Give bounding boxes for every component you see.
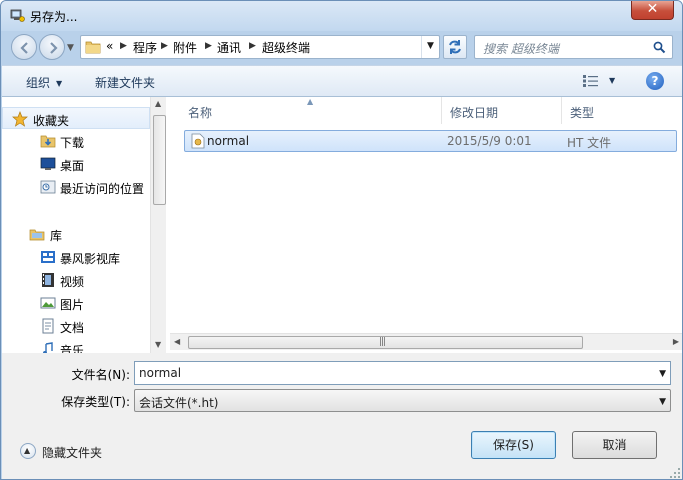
nav-libraries[interactable]: 库 bbox=[2, 223, 150, 245]
recent-pages-dropdown[interactable]: ▼ bbox=[67, 43, 74, 53]
file-icon bbox=[191, 133, 205, 149]
save-as-dialog: 另存为... ✕ ▼ « ▶ 程序 ▶ 附件 ▶ 通讯 ▶ 超级终端 ▼ 搜索 … bbox=[0, 0, 683, 480]
breadcrumb-hyperterminal[interactable]: 超级终端 bbox=[262, 39, 310, 56]
help-button[interactable]: ? bbox=[646, 72, 664, 90]
search-box[interactable]: 搜索 超级终端 bbox=[474, 35, 673, 59]
column-header-modified[interactable]: 修改日期 bbox=[442, 97, 562, 124]
nav-music[interactable]: 音乐 bbox=[2, 338, 150, 353]
star-icon bbox=[12, 111, 28, 127]
breadcrumb-overflow[interactable]: « bbox=[106, 39, 113, 53]
cancel-button[interactable]: 取消 bbox=[572, 431, 657, 459]
filename-label: 文件名(N): bbox=[71, 368, 130, 382]
filetype-select[interactable]: 会话文件(*.ht) ▼ bbox=[134, 389, 671, 412]
save-options: 文件名(N): normal ▼ 保存类型(T): 会话文件(*.ht) ▼ ▲… bbox=[2, 353, 682, 479]
filetype-value: 会话文件(*.ht) bbox=[139, 396, 219, 410]
breadcrumb-separator-icon[interactable]: ▶ bbox=[161, 41, 168, 51]
breadcrumb-communications[interactable]: 通讯 bbox=[217, 39, 241, 56]
breadcrumb-accessories[interactable]: 附件 bbox=[173, 39, 197, 56]
downloads-folder-icon bbox=[40, 135, 56, 148]
filetype-label: 保存类型(T): bbox=[61, 395, 130, 409]
recent-places-icon bbox=[40, 180, 56, 194]
nav-documents[interactable]: 文档 bbox=[2, 315, 150, 337]
scroll-left-icon[interactable]: ◀ bbox=[174, 337, 180, 346]
library-icon bbox=[29, 229, 45, 241]
media-library-icon bbox=[41, 251, 55, 263]
navigation-scrollbar[interactable]: ▲ ▼ bbox=[150, 97, 166, 353]
chevron-down-icon[interactable]: ▼ bbox=[659, 369, 666, 379]
address-dropdown[interactable]: ▼ bbox=[421, 36, 439, 58]
scroll-thumb[interactable] bbox=[153, 115, 166, 205]
save-button[interactable]: 保存(S) bbox=[471, 431, 556, 459]
file-list: ▲ 名称 修改日期 类型 normal 2015/5/9 0:01 HT 文件 … bbox=[170, 97, 682, 353]
forward-arrow-icon bbox=[50, 42, 58, 54]
nav-downloads[interactable]: 下载 bbox=[2, 130, 150, 152]
refresh-icon bbox=[449, 40, 461, 54]
file-type: HT 文件 bbox=[567, 136, 612, 150]
app-icon bbox=[10, 9, 25, 22]
command-bar: 组织 ▼ 新建文件夹 ▼ ? bbox=[2, 65, 682, 97]
forward-button[interactable] bbox=[39, 34, 65, 60]
scroll-right-icon[interactable]: ▶ bbox=[673, 337, 679, 346]
desktop-icon bbox=[40, 157, 56, 170]
view-options-icon[interactable] bbox=[582, 74, 600, 88]
refresh-button[interactable] bbox=[443, 35, 467, 59]
close-icon: ✕ bbox=[646, 1, 659, 17]
horizontal-scrollbar[interactable]: ◀ ||| ▶ bbox=[170, 333, 682, 350]
chevron-down-icon[interactable]: ▼ bbox=[659, 397, 666, 407]
close-button[interactable]: ✕ bbox=[631, 1, 674, 20]
nav-storm-media-library[interactable]: 暴风影视库 bbox=[2, 246, 150, 268]
navigation-pane: 收藏夹 下载 桌面 最近访问的位置 库 暴风影视库 视频 图片 文档 音乐 ▲ … bbox=[2, 97, 166, 353]
search-placeholder[interactable]: 搜索 超级终端 bbox=[483, 40, 559, 57]
breadcrumb-separator-icon[interactable]: ▶ bbox=[249, 41, 256, 51]
nav-recent-places[interactable]: 最近访问的位置 bbox=[2, 176, 150, 198]
grip-icon: ||| bbox=[379, 337, 386, 347]
navigation-bar: ▼ « ▶ 程序 ▶ 附件 ▶ 通讯 ▶ 超级终端 ▼ 搜索 超级终端 bbox=[1, 31, 682, 61]
view-dropdown[interactable]: ▼ bbox=[609, 76, 615, 85]
column-header-name[interactable]: 名称 bbox=[180, 97, 442, 124]
scroll-up-icon[interactable]: ▲ bbox=[155, 99, 161, 108]
folder-icon bbox=[85, 41, 101, 54]
filename-value: normal bbox=[139, 366, 182, 380]
chevron-up-icon: ▲ bbox=[24, 446, 31, 455]
scroll-thumb[interactable]: ||| bbox=[188, 336, 583, 349]
filename-input[interactable]: normal ▼ bbox=[134, 361, 671, 385]
nav-videos[interactable]: 视频 bbox=[2, 269, 150, 291]
back-button[interactable] bbox=[11, 34, 37, 60]
column-header-type[interactable]: 类型 bbox=[562, 97, 682, 124]
address-bar[interactable]: « ▶ 程序 ▶ 附件 ▶ 通讯 ▶ 超级终端 ▼ bbox=[80, 35, 440, 59]
file-row[interactable]: normal 2015/5/9 0:01 HT 文件 bbox=[184, 130, 677, 152]
pictures-icon bbox=[40, 297, 56, 309]
music-icon bbox=[43, 342, 53, 353]
chevron-down-icon: ▼ bbox=[427, 41, 434, 51]
breadcrumb-separator-icon[interactable]: ▶ bbox=[120, 41, 127, 51]
title-bar: 另存为... ✕ bbox=[1, 1, 682, 31]
nav-favorites[interactable]: 收藏夹 bbox=[2, 107, 150, 129]
video-icon bbox=[42, 273, 54, 287]
documents-icon bbox=[42, 318, 54, 334]
window-title: 另存为... bbox=[30, 10, 78, 24]
search-icon[interactable] bbox=[653, 41, 666, 54]
file-modified: 2015/5/9 0:01 bbox=[447, 134, 532, 148]
nav-desktop[interactable]: 桌面 bbox=[2, 153, 150, 175]
back-arrow-icon bbox=[20, 42, 28, 54]
browser-area: 收藏夹 下载 桌面 最近访问的位置 库 暴风影视库 视频 图片 文档 音乐 ▲ … bbox=[2, 97, 682, 353]
nav-pictures[interactable]: 图片 bbox=[2, 292, 150, 314]
new-folder-button[interactable]: 新建文件夹 bbox=[95, 74, 155, 91]
organize-menu[interactable]: 组织 ▼ bbox=[26, 74, 62, 91]
breadcrumb-separator-icon[interactable]: ▶ bbox=[205, 41, 212, 51]
chevron-down-icon: ▼ bbox=[56, 79, 63, 88]
file-name: normal bbox=[207, 134, 250, 148]
resize-grip-icon[interactable] bbox=[669, 467, 681, 479]
scroll-down-icon[interactable]: ▼ bbox=[155, 340, 161, 349]
breadcrumb-programs[interactable]: 程序 bbox=[133, 39, 157, 56]
